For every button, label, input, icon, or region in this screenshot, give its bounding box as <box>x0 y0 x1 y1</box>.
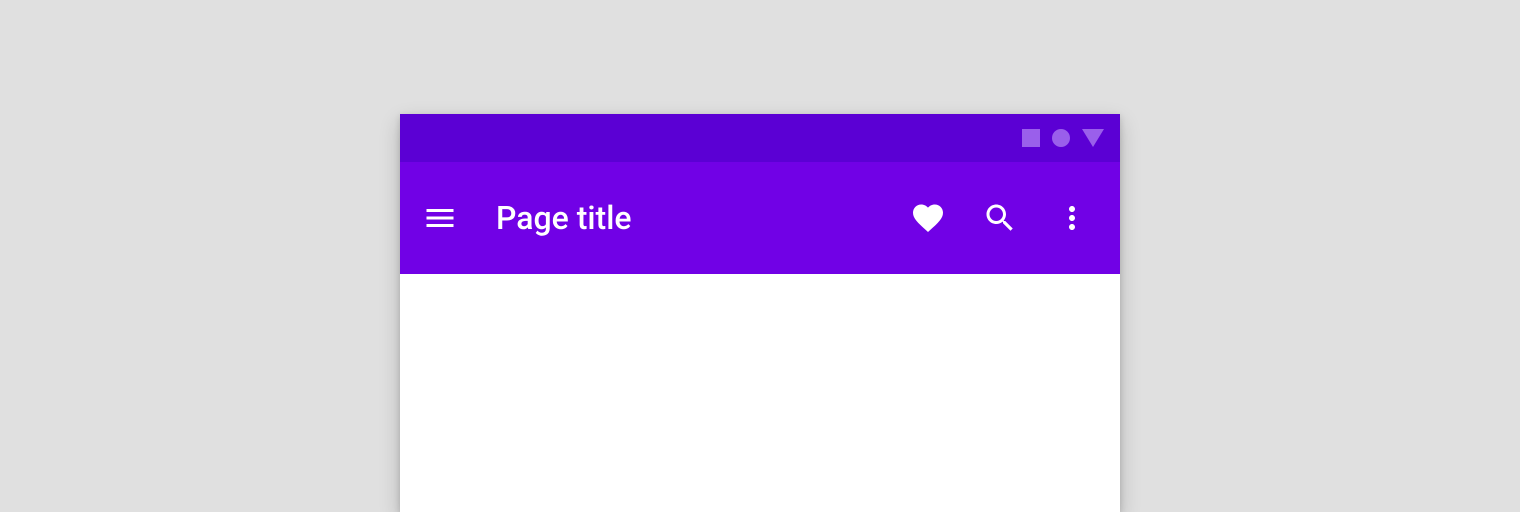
search-icon <box>982 200 1018 236</box>
app-bar: Page title <box>400 162 1120 274</box>
search-button[interactable] <box>976 194 1024 242</box>
action-buttons <box>904 194 1096 242</box>
status-triangle-icon <box>1082 129 1104 147</box>
device-frame: Page title <box>400 114 1120 512</box>
status-bar <box>400 114 1120 162</box>
content-area <box>400 274 1120 512</box>
status-circle-icon <box>1052 129 1070 147</box>
menu-button[interactable] <box>416 194 464 242</box>
page-title: Page title <box>496 199 904 237</box>
hamburger-menu-icon <box>422 200 458 236</box>
more-vert-icon <box>1054 200 1090 236</box>
status-square-icon <box>1022 129 1040 147</box>
favorite-button[interactable] <box>904 194 952 242</box>
more-options-button[interactable] <box>1048 194 1096 242</box>
heart-icon <box>910 200 946 236</box>
